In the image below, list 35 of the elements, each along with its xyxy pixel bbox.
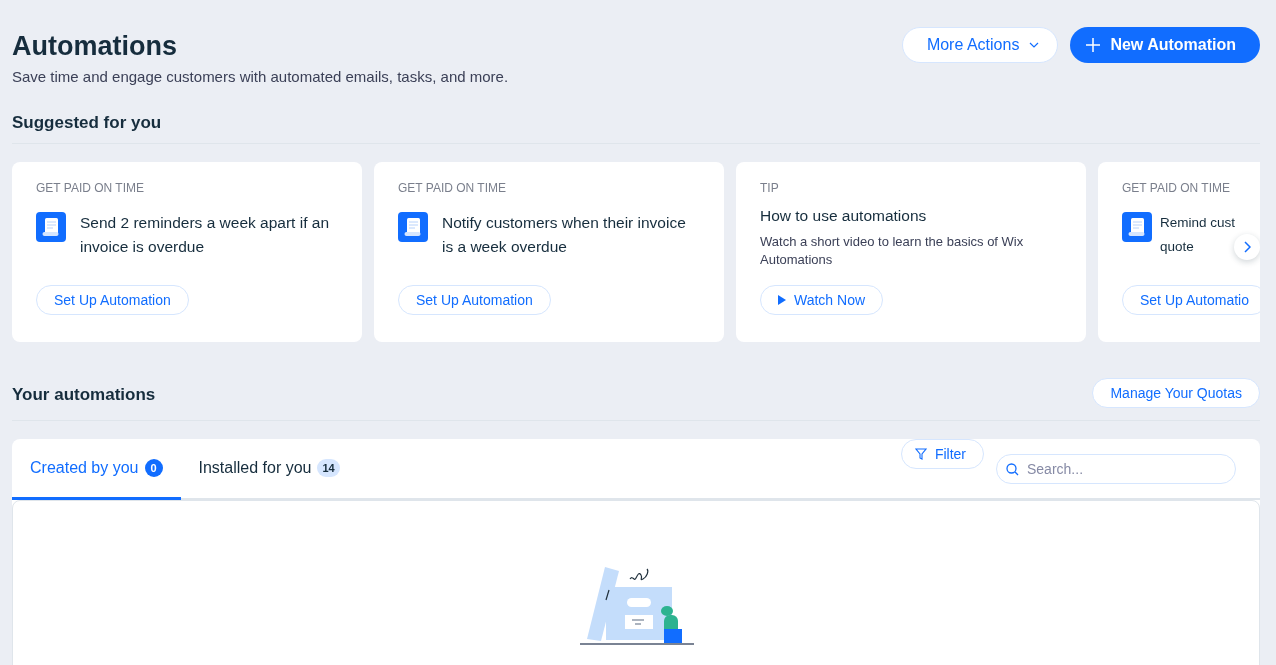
card-title: Remind cust quote xyxy=(1160,214,1237,256)
plus-icon xyxy=(1086,38,1101,52)
card-category: GET PAID ON TIME xyxy=(36,181,146,195)
section-title: Suggested for you xyxy=(12,113,162,133)
chevron-right-icon xyxy=(1243,241,1251,253)
section-title: Your automations xyxy=(12,385,156,405)
tab[interactable]: Installed for you 14 xyxy=(180,439,358,500)
card-title: How to use automations xyxy=(760,207,928,225)
tab[interactable]: Created by you 0 xyxy=(12,439,181,500)
count-badge: 0 xyxy=(144,459,163,477)
card-category: GET PAID ON TIME xyxy=(1122,181,1232,195)
watch-now-button[interactable]: Watch Now xyxy=(760,285,884,315)
search-icon xyxy=(1006,462,1019,476)
card-description: Watch a short video to learn the basics of Wix Automations xyxy=(760,233,1025,269)
card-title: Send 2 reminders a week apart if an invoice is overdue xyxy=(80,213,330,257)
invoice-icon xyxy=(1122,212,1152,242)
manage-quotas-button[interactable]: Manage Your Quotas xyxy=(1092,378,1260,408)
set-up-automation-button[interactable]: Set Up Automatio xyxy=(1122,285,1260,315)
page-subtitle: Save time and engage customers with automated emails, tasks, and more. xyxy=(12,68,509,85)
play-icon xyxy=(778,295,786,305)
filter-icon xyxy=(914,448,927,460)
invoice-icon xyxy=(36,212,66,242)
count-badge: 14 xyxy=(317,459,340,477)
search-field[interactable]: Search... xyxy=(996,453,1236,484)
page-title: Automations xyxy=(12,31,178,62)
chevron-down-icon xyxy=(1029,42,1040,48)
card-title: Notify customers when their invoice is a week overdue xyxy=(442,213,687,257)
set-up-automation-button[interactable]: Set Up Automation xyxy=(398,285,551,315)
card-category: TIP xyxy=(760,181,780,195)
invoice-icon xyxy=(398,212,428,242)
new-automation-button[interactable]: New Automation xyxy=(1070,27,1260,63)
card-category: GET PAID ON TIME xyxy=(398,181,508,195)
more-actions-button[interactable]: More Actions xyxy=(901,27,1059,63)
filter-button[interactable]: Filter xyxy=(900,439,984,469)
set-up-automation-button[interactable]: Set Up Automation xyxy=(36,285,189,315)
